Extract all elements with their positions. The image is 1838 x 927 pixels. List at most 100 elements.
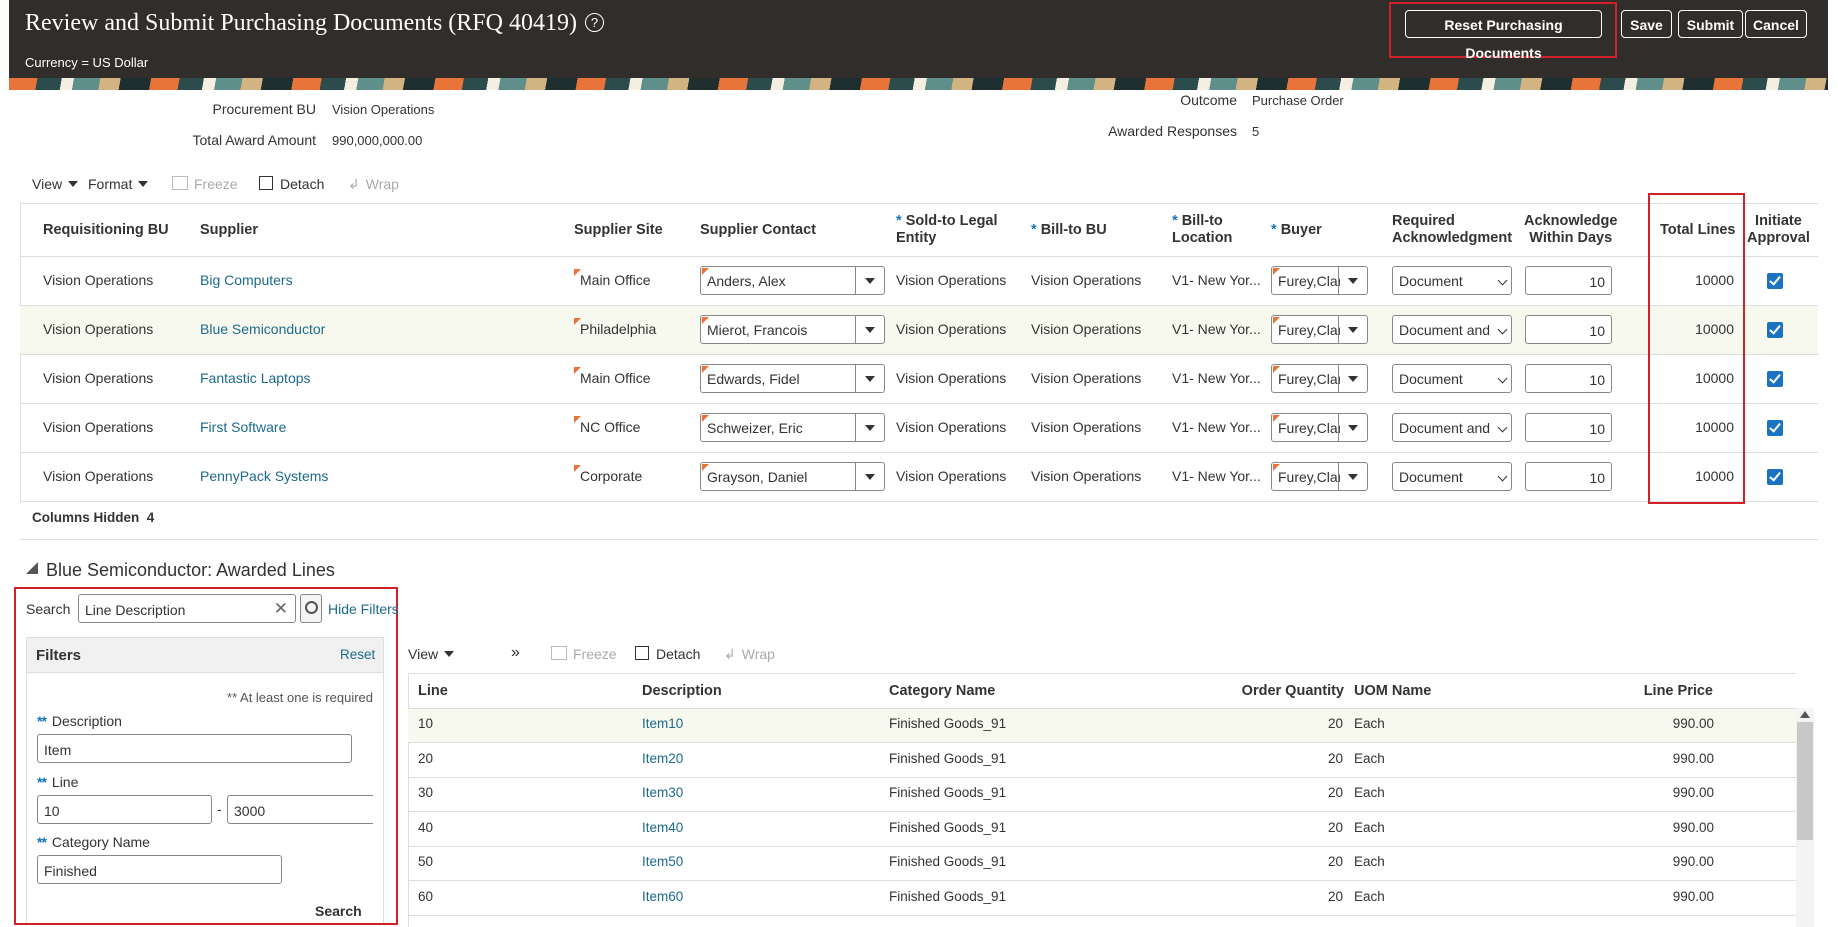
buyer-select[interactable]: Furey,Clare: [1271, 364, 1368, 393]
view-menu[interactable]: View: [32, 176, 79, 192]
lines-freeze-button[interactable]: Freeze: [551, 646, 617, 662]
dropdown-icon[interactable]: [855, 414, 884, 441]
cell-line-price: 990.00: [1672, 888, 1714, 904]
cell-bill-to-location: V1- New Yor...: [1172, 468, 1261, 484]
buyer-select[interactable]: Furey,Clare: [1271, 413, 1368, 442]
collapse-triangle-icon[interactable]: [26, 562, 38, 574]
dropdown-icon[interactable]: [855, 267, 884, 294]
sold-to-line1: Sold-to Legal: [905, 213, 998, 229]
supplier-contact-select[interactable]: Anders, Alex: [700, 266, 885, 295]
submit-button[interactable]: Submit: [1678, 10, 1743, 38]
reset-purchasing-documents-button[interactable]: Reset Purchasing Documents: [1405, 10, 1602, 61]
dropdown-icon[interactable]: [1338, 414, 1367, 441]
cancel-button[interactable]: Cancel: [1745, 10, 1807, 38]
acknowledge-days-input[interactable]: 10: [1525, 462, 1612, 491]
acknowledge-days-input[interactable]: 10: [1525, 266, 1612, 295]
col-header-initiate-approval[interactable]: Initiate Approval: [1747, 213, 1810, 247]
description-filter-input[interactable]: Item: [37, 734, 352, 763]
category-label-text: Category Name: [51, 834, 150, 850]
filters-reset-link[interactable]: Reset: [340, 647, 375, 662]
total-award-label: Total Award Amount: [192, 132, 316, 148]
lines-detach-button[interactable]: Detach: [635, 646, 700, 662]
col-header-supplier-site[interactable]: Supplier Site: [574, 222, 663, 239]
lines-view-menu[interactable]: View: [408, 646, 455, 662]
initiate-approval-checkbox[interactable]: [1767, 420, 1783, 436]
hide-filters-link[interactable]: Hide Filters: [328, 601, 399, 617]
item-link[interactable]: Item40: [642, 820, 683, 835]
required-acknowledgment-select[interactable]: Document: [1392, 462, 1512, 491]
detach-button[interactable]: Detach: [259, 176, 324, 192]
clear-icon[interactable]: ✕: [274, 599, 288, 619]
col-header-bill-to-location[interactable]: * Bill-to Location: [1172, 213, 1232, 247]
scroll-up-icon[interactable]: [1800, 711, 1810, 718]
supplier-link[interactable]: Blue Semiconductor: [200, 321, 325, 337]
acknowledge-days-input[interactable]: 10: [1525, 364, 1612, 393]
lines-wrap-button[interactable]: ↲ Wrap: [724, 646, 775, 663]
initiate-approval-checkbox[interactable]: [1767, 469, 1783, 485]
initiate-approval-checkbox[interactable]: [1767, 322, 1783, 338]
buyer-select[interactable]: Furey,Clare: [1271, 462, 1368, 491]
freeze-button[interactable]: Freeze: [172, 176, 238, 192]
supplier-contact-select[interactable]: Edwards, Fidel: [700, 364, 885, 393]
dropdown-icon[interactable]: [1338, 365, 1367, 392]
supplier-contact-select[interactable]: Grayson, Daniel: [700, 462, 885, 491]
dropdown-icon[interactable]: [1338, 316, 1367, 343]
col-header-required-acknowledgment[interactable]: Required Acknowledgment: [1392, 213, 1512, 247]
help-icon[interactable]: ?: [584, 13, 604, 32]
buyer-select[interactable]: Furey,Clare: [1271, 315, 1368, 344]
item-link[interactable]: Item50: [642, 854, 683, 869]
col-header-requisitioning-bu[interactable]: Requisitioning BU: [43, 222, 169, 239]
supplier-link[interactable]: Fantastic Laptops: [200, 370, 311, 386]
required-acknowledgment-select[interactable]: Document and S: [1392, 315, 1512, 344]
supplier-link[interactable]: Big Computers: [200, 272, 293, 288]
required-acknowledgment-select[interactable]: Document and S: [1392, 413, 1512, 442]
expand-double-chevron-icon[interactable]: »: [511, 644, 520, 662]
required-acknowledgment-select[interactable]: Document: [1392, 364, 1512, 393]
initiate-approval-checkbox[interactable]: [1767, 371, 1783, 387]
supplier-contact-select[interactable]: Mierot, Francois: [700, 315, 885, 344]
dropdown-icon[interactable]: [1338, 267, 1367, 294]
col-header-acknowledge-within-days[interactable]: Acknowledge Within Days: [1524, 213, 1617, 247]
lines-col-header-line-price[interactable]: Line Price: [1644, 683, 1713, 700]
item-link[interactable]: Item20: [642, 751, 683, 766]
col-header-supplier-contact[interactable]: Supplier Contact: [700, 222, 816, 239]
item-link[interactable]: Item10: [642, 716, 683, 731]
category-filter-input[interactable]: Finished: [37, 855, 282, 884]
cell-bill-to-location: V1- New Yor...: [1172, 272, 1261, 288]
item-link[interactable]: Item60: [642, 889, 683, 904]
col-header-buyer[interactable]: * Buyer: [1271, 222, 1322, 239]
acknowledge-days-input[interactable]: 10: [1525, 315, 1612, 344]
line-to-input[interactable]: 3000: [227, 795, 373, 824]
dropdown-icon[interactable]: [855, 463, 884, 490]
lines-col-header-description[interactable]: Description: [642, 683, 722, 700]
cell-category: Finished Goods_91: [889, 785, 1007, 800]
wrap-button[interactable]: ↲ Wrap: [348, 176, 399, 193]
scrollbar-thumb[interactable]: [1797, 722, 1813, 840]
dropdown-icon[interactable]: [1338, 463, 1367, 490]
col-header-bill-to-bu[interactable]: * Bill-to BU: [1031, 222, 1107, 239]
cell-category: Finished Goods_91: [889, 888, 1007, 904]
item-link[interactable]: Item30: [642, 785, 683, 800]
acknowledge-days-input[interactable]: 10: [1525, 413, 1612, 442]
buyer-select[interactable]: Furey,Clare: [1271, 266, 1368, 295]
supplier-link[interactable]: PennyPack Systems: [200, 468, 328, 484]
supplier-contact-select[interactable]: Schweizer, Eric: [700, 413, 885, 442]
save-button[interactable]: Save: [1621, 10, 1672, 38]
filters-search-button[interactable]: Search: [315, 903, 362, 919]
search-button[interactable]: [300, 594, 322, 623]
format-menu[interactable]: Format: [88, 176, 149, 192]
dropdown-icon[interactable]: [855, 316, 884, 343]
required-acknowledgment-select[interactable]: Document: [1392, 266, 1512, 295]
supplier-link[interactable]: First Software: [200, 419, 286, 435]
line-from-input[interactable]: 10: [37, 795, 212, 824]
currency-label: Currency = US Dollar: [25, 55, 149, 70]
lines-col-header-line[interactable]: Line: [418, 683, 448, 700]
initiate-approval-checkbox[interactable]: [1767, 273, 1783, 289]
col-header-sold-to[interactable]: * Sold-to Legal Entity: [896, 213, 998, 247]
lines-col-header-order-quantity[interactable]: Order Quantity: [1242, 683, 1344, 700]
dropdown-icon[interactable]: [855, 365, 884, 392]
lines-col-header-uom[interactable]: UOM Name: [1354, 683, 1431, 700]
search-input[interactable]: Line Description ✕: [78, 594, 296, 623]
lines-col-header-category[interactable]: Category Name: [889, 683, 995, 700]
col-header-supplier[interactable]: Supplier: [200, 222, 258, 239]
